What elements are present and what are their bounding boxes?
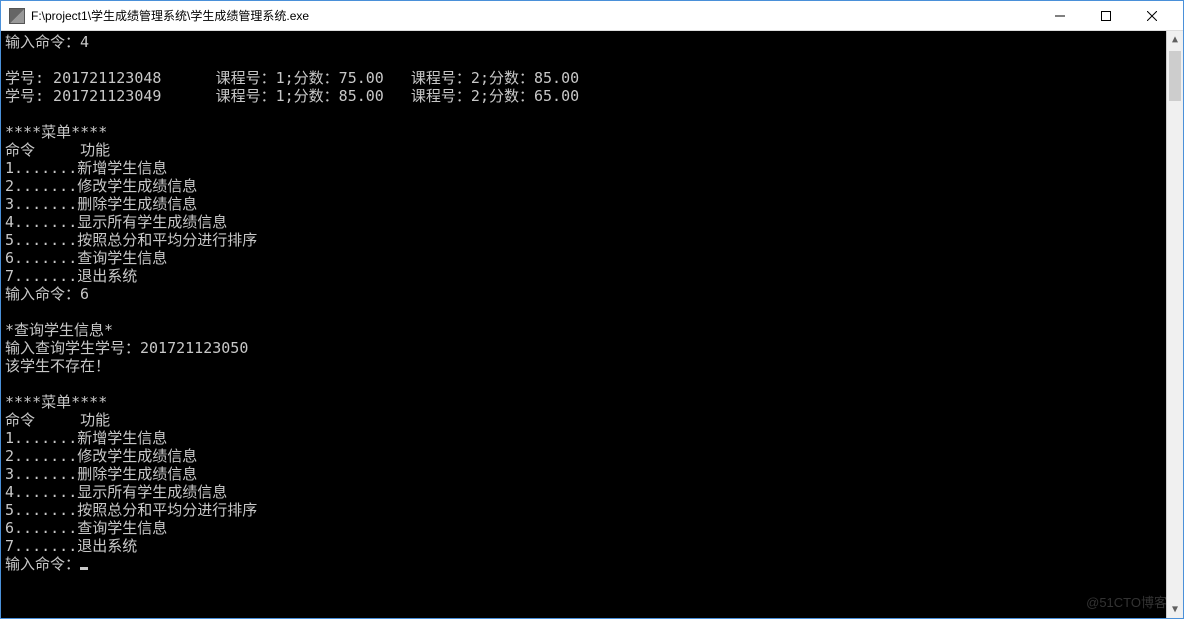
console-line: 命令 功能 — [5, 411, 1179, 429]
console-line: 7.......退出系统 — [5, 537, 1179, 555]
window-controls — [1037, 1, 1175, 31]
window-title: F:\project1\学生成绩管理系统\学生成绩管理系统.exe — [31, 7, 1037, 24]
console-prompt-line: 输入命令： — [5, 555, 1179, 573]
console-line: 3.......删除学生成绩信息 — [5, 195, 1179, 213]
minimize-button[interactable] — [1037, 1, 1083, 31]
minimize-icon — [1055, 11, 1065, 21]
close-icon — [1147, 11, 1157, 21]
maximize-button[interactable] — [1083, 1, 1129, 31]
console-line — [5, 105, 1179, 123]
vertical-scrollbar[interactable]: ▲ ▼ — [1166, 31, 1183, 618]
console-prompt: 输入命令： — [5, 555, 80, 573]
console-line: 4.......显示所有学生成绩信息 — [5, 213, 1179, 231]
console-line: 6.......查询学生信息 — [5, 249, 1179, 267]
console-line — [5, 303, 1179, 321]
console-line: 学号: 201721123048 课程号：1;分数：75.00 课程号：2;分数… — [5, 69, 1179, 87]
app-icon — [9, 8, 25, 24]
console-window: F:\project1\学生成绩管理系统\学生成绩管理系统.exe 输入命令：4… — [1, 1, 1183, 618]
console-line: 输入命令：4 — [5, 33, 1179, 51]
console-line: 1.......新增学生信息 — [5, 429, 1179, 447]
console-line: 4.......显示所有学生成绩信息 — [5, 483, 1179, 501]
scroll-down-arrow-icon[interactable]: ▼ — [1167, 601, 1183, 618]
console-line: 3.......删除学生成绩信息 — [5, 465, 1179, 483]
watermark: @51CTO博客 — [1086, 594, 1167, 612]
console-line: 学号: 201721123049 课程号：1;分数：85.00 课程号：2;分数… — [5, 87, 1179, 105]
console-line: 该学生不存在！ — [5, 357, 1179, 375]
console-line: 6.......查询学生信息 — [5, 519, 1179, 537]
maximize-icon — [1101, 11, 1111, 21]
console-line: 7.......退出系统 — [5, 267, 1179, 285]
console-output[interactable]: 输入命令：4 学号: 201721123048 课程号：1;分数：75.00 课… — [1, 31, 1183, 618]
console-line: ****菜单**** — [5, 123, 1179, 141]
console-line — [5, 375, 1179, 393]
text-cursor — [80, 567, 88, 570]
console-line: 输入查询学生学号：201721123050 — [5, 339, 1179, 357]
console-line: 5.......按照总分和平均分进行排序 — [5, 501, 1179, 519]
console-line: *查询学生信息* — [5, 321, 1179, 339]
console-line — [5, 51, 1179, 69]
console-line: 1.......新增学生信息 — [5, 159, 1179, 177]
console-line: 5.......按照总分和平均分进行排序 — [5, 231, 1179, 249]
console-line: 2.......修改学生成绩信息 — [5, 447, 1179, 465]
close-button[interactable] — [1129, 1, 1175, 31]
console-line: 输入命令：6 — [5, 285, 1179, 303]
scroll-up-arrow-icon[interactable]: ▲ — [1167, 31, 1183, 48]
scrollbar-thumb[interactable] — [1169, 51, 1181, 101]
console-line: 2.......修改学生成绩信息 — [5, 177, 1179, 195]
console-line: ****菜单**** — [5, 393, 1179, 411]
titlebar[interactable]: F:\project1\学生成绩管理系统\学生成绩管理系统.exe — [1, 1, 1183, 31]
console-line: 命令 功能 — [5, 141, 1179, 159]
